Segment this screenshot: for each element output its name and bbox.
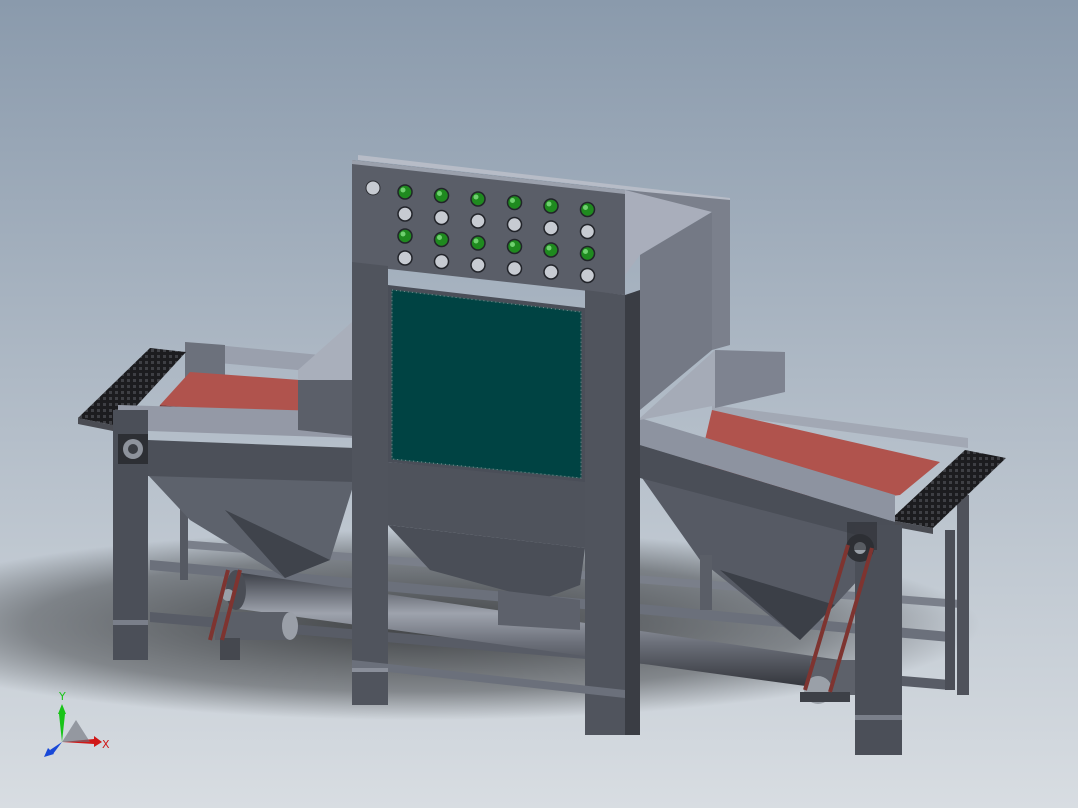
- button-highlight: [473, 238, 479, 244]
- panel-grey-button[interactable]: [397, 206, 413, 222]
- panel-grey-button[interactable]: [433, 253, 450, 270]
- panel-green-button[interactable]: [397, 184, 413, 200]
- panel-green-button[interactable]: [506, 194, 523, 211]
- button-highlight: [583, 249, 588, 254]
- viewing-window: [391, 289, 582, 479]
- panel-grey-button[interactable]: [470, 213, 486, 229]
- panel-grey-button[interactable]: [470, 257, 486, 273]
- panel-grey-button[interactable]: [506, 260, 523, 277]
- panel-grey-button[interactable]: [543, 264, 559, 280]
- button-highlight: [510, 198, 515, 203]
- panel-grey-button[interactable]: [433, 209, 450, 226]
- button-highlight: [546, 201, 552, 207]
- cad-scene[interactable]: Y X: [0, 0, 1078, 808]
- button-highlight: [510, 242, 515, 247]
- panel-green-button[interactable]: [397, 228, 413, 244]
- panel-green-button[interactable]: [579, 201, 596, 218]
- button-highlight: [583, 205, 588, 210]
- button-highlight: [546, 245, 552, 251]
- panel-green-button[interactable]: [543, 242, 559, 258]
- panel-grey-button[interactable]: [579, 267, 596, 284]
- cabinet-right-post: [585, 290, 625, 735]
- triad-x-label: X: [102, 738, 110, 751]
- button-highlight: [437, 235, 442, 240]
- panel-green-button[interactable]: [433, 231, 450, 248]
- cad-viewport[interactable]: Y X: [0, 0, 1078, 808]
- button-highlight: [437, 191, 442, 196]
- button-highlight: [400, 231, 406, 237]
- panel-green-button[interactable]: [543, 198, 559, 214]
- panel-grey-button[interactable]: [397, 250, 413, 266]
- panel-green-button[interactable]: [433, 187, 450, 204]
- panel-knob[interactable]: [365, 180, 381, 196]
- button-highlight: [400, 187, 406, 193]
- panel-green-button[interactable]: [579, 245, 596, 262]
- triad-y-label: Y: [58, 690, 66, 703]
- panel-grey-button[interactable]: [579, 223, 596, 240]
- cabinet-left-post: [352, 262, 388, 705]
- button-highlight: [473, 194, 479, 200]
- panel-grey-button[interactable]: [543, 220, 559, 236]
- panel-green-button[interactable]: [506, 238, 523, 255]
- panel-green-button[interactable]: [470, 191, 486, 207]
- panel-green-button[interactable]: [470, 235, 486, 251]
- panel-grey-button[interactable]: [506, 216, 523, 233]
